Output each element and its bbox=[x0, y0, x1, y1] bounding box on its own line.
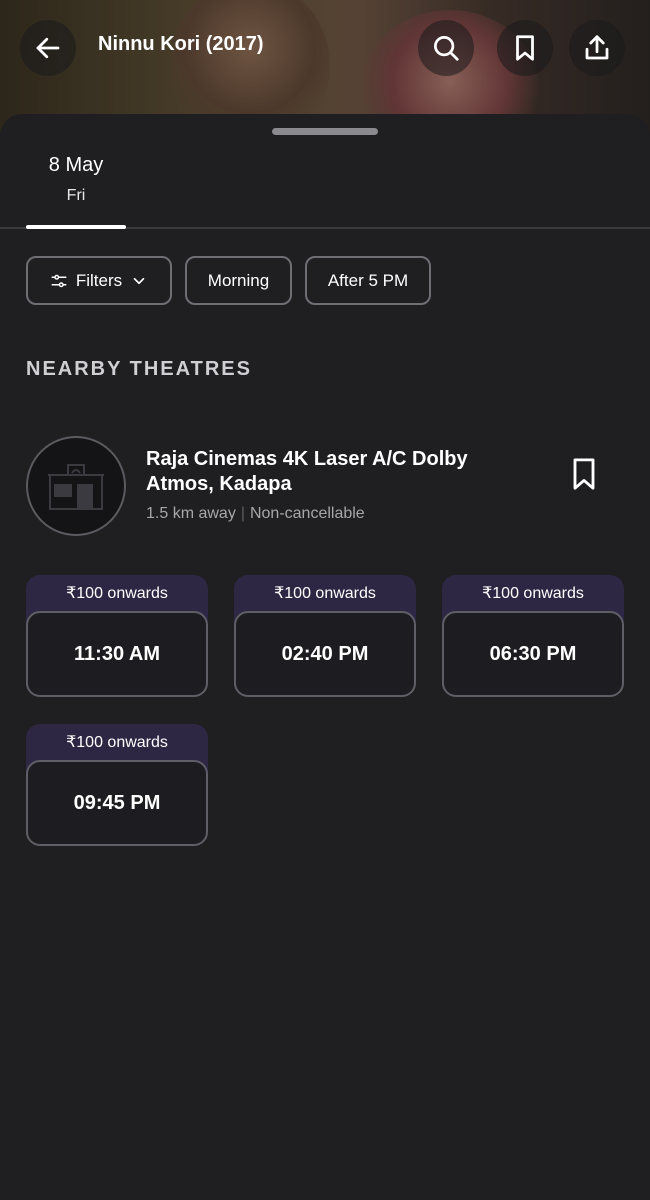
cinema-building-icon bbox=[48, 464, 104, 510]
share-icon bbox=[585, 35, 609, 60]
after-5pm-filter-chip[interactable]: After 5 PM bbox=[305, 256, 431, 305]
showtime-slot[interactable]: ₹100 onwards 09:45 PM bbox=[26, 724, 208, 846]
showtimes-sheet: 8 May Fri Filters Morning After 5 PM NEA… bbox=[0, 114, 650, 1200]
back-button[interactable] bbox=[20, 20, 76, 76]
chevron-down-icon bbox=[133, 277, 145, 284]
page-title: Ninnu Kori (2017) bbox=[98, 33, 264, 55]
showtime-time[interactable]: 02:40 PM bbox=[234, 611, 416, 697]
date-tab-date: 8 May bbox=[48, 154, 104, 176]
showtime-slot[interactable]: ₹100 onwards 06:30 PM bbox=[442, 575, 624, 697]
showtime-time[interactable]: 11:30 AM bbox=[26, 611, 208, 697]
sheet-drag-handle[interactable] bbox=[272, 128, 378, 135]
showtime-slot[interactable]: ₹100 onwards 02:40 PM bbox=[234, 575, 416, 697]
morning-filter-chip[interactable]: Morning bbox=[185, 256, 292, 305]
showtime-time[interactable]: 06:30 PM bbox=[442, 611, 624, 697]
date-tab-selected[interactable]: 8 May Fri bbox=[26, 144, 126, 228]
sliders-icon bbox=[51, 274, 67, 287]
search-icon bbox=[434, 36, 459, 61]
bookmark-button[interactable] bbox=[497, 20, 553, 76]
showtime-time[interactable]: 09:45 PM bbox=[26, 760, 208, 846]
filters-button[interactable]: Filters bbox=[26, 256, 172, 305]
search-button[interactable] bbox=[418, 20, 474, 76]
date-tab-day: Fri bbox=[66, 187, 86, 204]
bookmark-icon bbox=[516, 35, 534, 61]
section-title: NEARBY THEATRES bbox=[26, 358, 252, 380]
theatre-policy: Non-cancellable bbox=[249, 505, 365, 522]
theatre-meta: 1.5 km away | Non-cancellable bbox=[146, 505, 365, 523]
theatre-distance: 1.5 km away bbox=[146, 505, 236, 522]
filters-label: Filters bbox=[75, 270, 123, 290]
share-button[interactable] bbox=[569, 20, 625, 76]
theatre-logo bbox=[26, 436, 126, 536]
theatre-bookmark-icon[interactable] bbox=[568, 456, 600, 492]
theatre-name[interactable]: Raja Cinemas 4K Laser A/C Dolby Atmos, K… bbox=[146, 447, 506, 497]
date-tab-indicator bbox=[26, 225, 126, 229]
showtime-slot[interactable]: ₹100 onwards 11:30 AM bbox=[26, 575, 208, 697]
arrow-left-icon bbox=[36, 37, 60, 59]
meta-separator: | bbox=[240, 505, 245, 522]
